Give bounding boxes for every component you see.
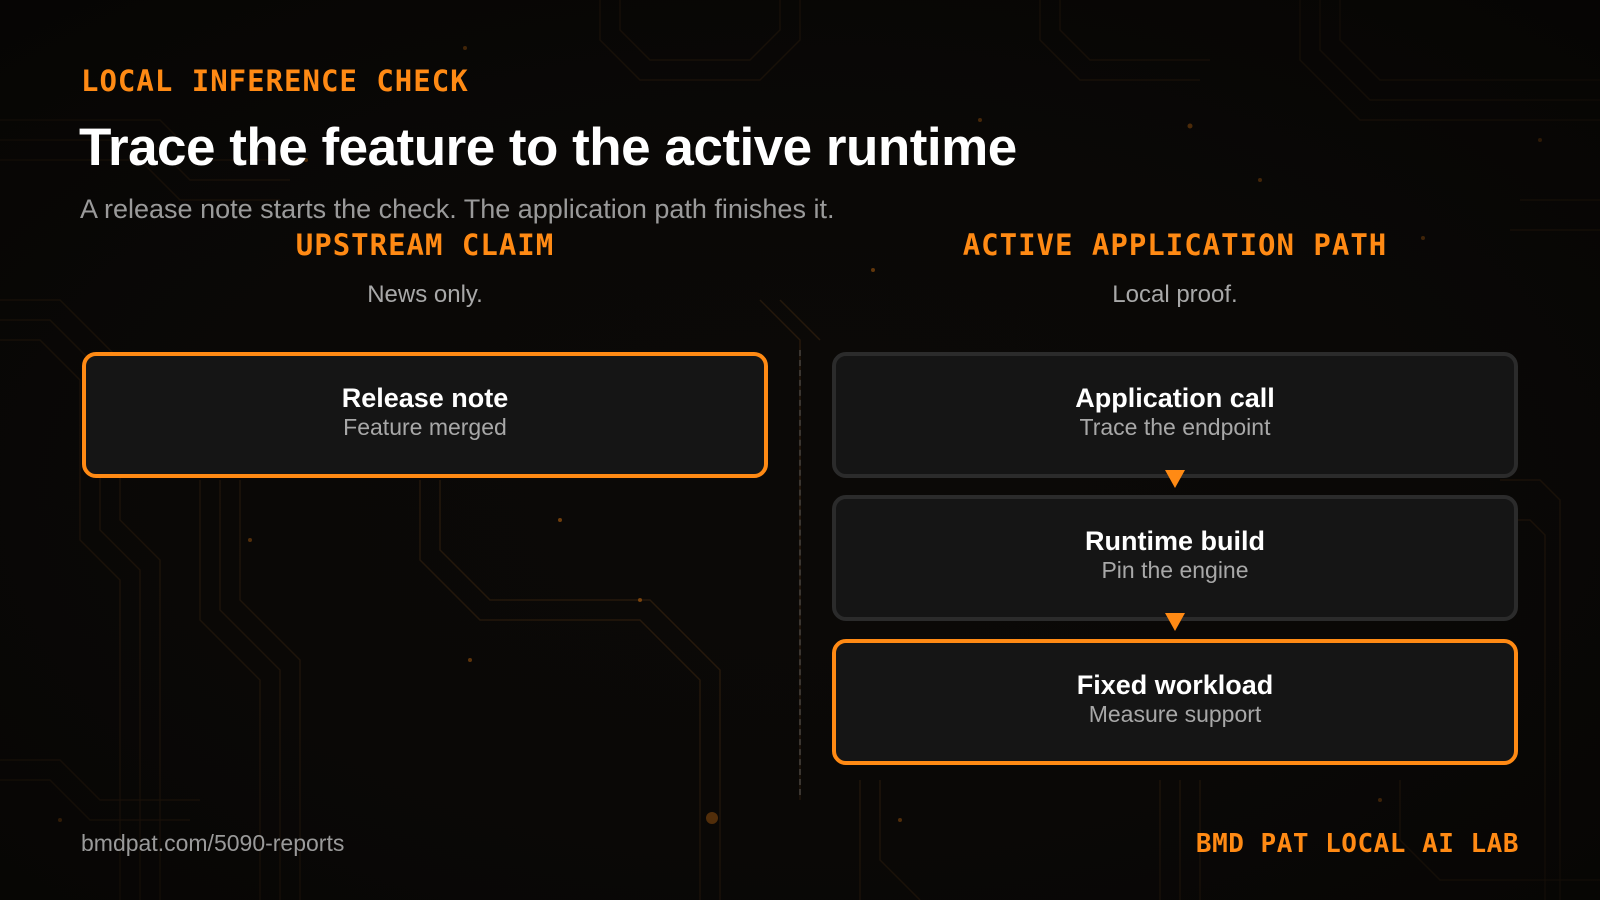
release-note-card: Release note Feature merged: [82, 352, 768, 478]
card-title: Runtime build: [1085, 526, 1265, 556]
card-title: Release note: [341, 383, 509, 413]
flow-arrow-down-icon: [1165, 613, 1185, 631]
left-column-subheading: News only.: [367, 281, 483, 308]
page-title: Trace the feature to the active runtime: [79, 118, 1017, 177]
left-column-heading: UPSTREAM CLAIM: [295, 228, 555, 262]
card-subtitle: Pin the engine: [1101, 557, 1249, 583]
application-call-card: Application call Trace the endpoint: [832, 352, 1518, 478]
page-subtitle: A release note starts the check. The app…: [80, 194, 835, 224]
card-subtitle: Feature merged: [343, 414, 507, 440]
card-subtitle: Trace the endpoint: [1079, 414, 1271, 440]
column-divider: [799, 350, 801, 795]
right-column-heading: ACTIVE APPLICATION PATH: [962, 228, 1388, 262]
footer-brand: BMD PAT LOCAL AI LAB: [1195, 829, 1519, 859]
fixed-workload-card: Fixed workload Measure support: [832, 639, 1518, 765]
kicker-label: LOCAL INFERENCE CHECK: [81, 64, 469, 98]
right-column-subheading: Local proof.: [1112, 281, 1238, 308]
card-title: Application call: [1075, 383, 1275, 413]
flow-arrow-down-icon: [1165, 470, 1185, 488]
card-title: Fixed workload: [1076, 670, 1274, 700]
footer-url: bmdpat.com/5090-reports: [81, 830, 345, 856]
runtime-build-card: Runtime build Pin the engine: [832, 495, 1518, 621]
card-subtitle: Measure support: [1088, 701, 1262, 727]
